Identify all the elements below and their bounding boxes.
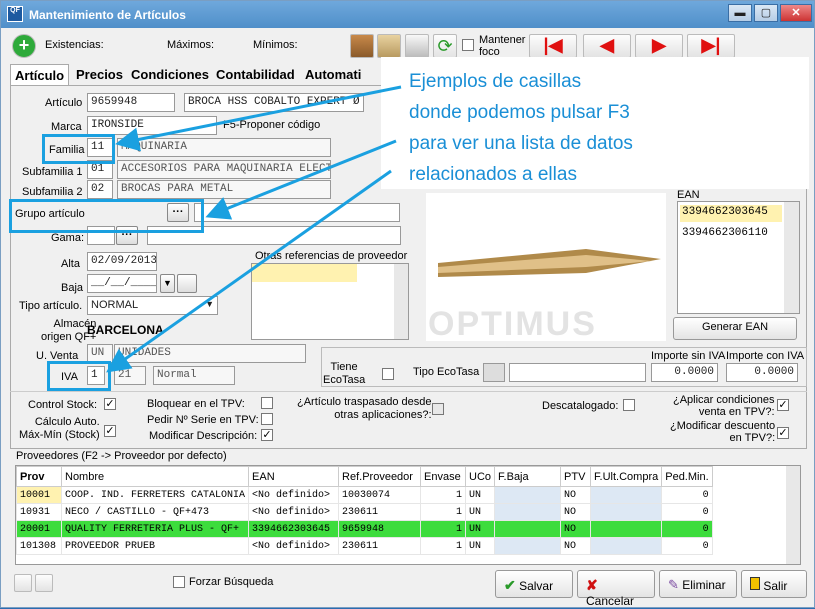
main-window: QF Mantenimiento de Artículos ▬ ▢ ✕ + Ex…: [0, 0, 815, 608]
callout-arrows: [106, 85, 402, 373]
